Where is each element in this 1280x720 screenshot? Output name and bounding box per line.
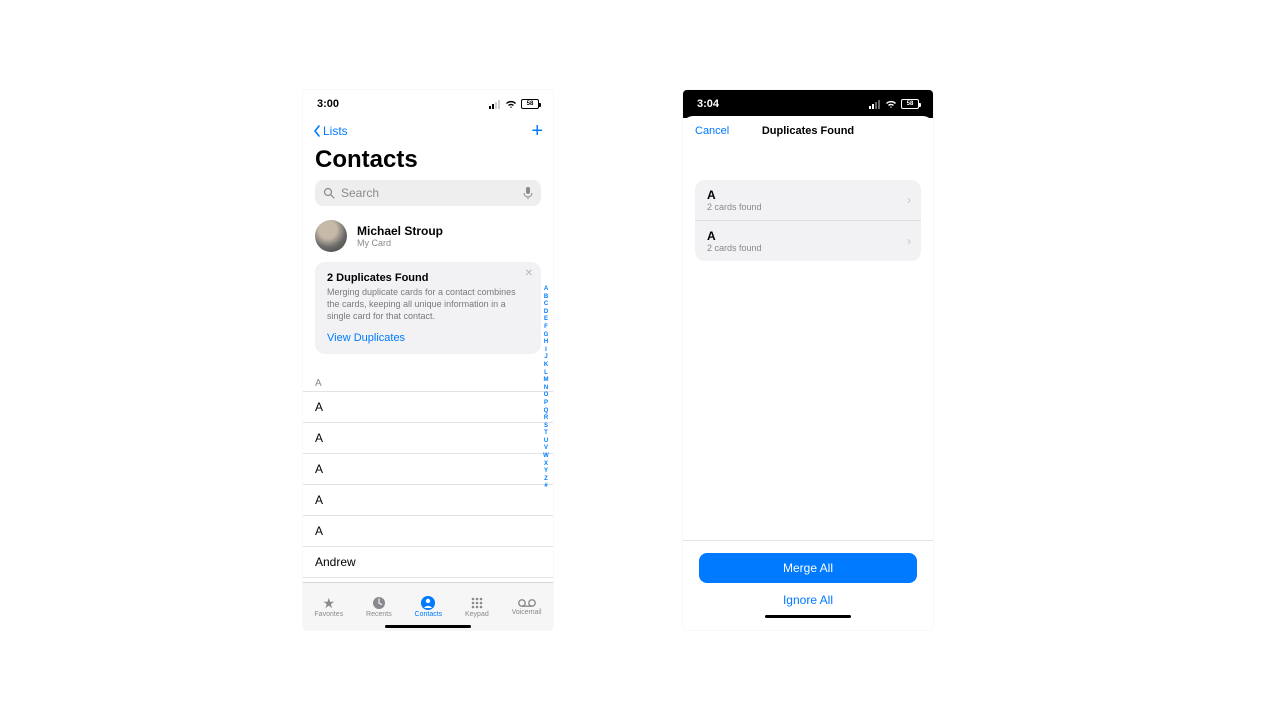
status-time: 3:00 [317,98,339,110]
wifi-icon [885,100,897,109]
voicemail-icon [518,598,536,608]
star-icon: ★ [323,596,336,610]
alphabet-index[interactable]: ABCDEFGHIJKLMNOPQRSTUVWXYZ# [541,286,551,491]
merge-all-button[interactable]: Merge All [699,553,917,583]
duplicates-body: Merging duplicate cards for a contact co… [327,286,529,322]
duplicates-card: ✕ 2 Duplicates Found Merging duplicate c… [315,262,541,354]
back-label: Lists [323,124,348,138]
my-card-name: Michael Stroup [357,224,443,238]
sheet-title: Duplicates Found [762,125,854,137]
search-input[interactable]: Search [315,180,541,206]
battery-icon: 58 [901,99,919,109]
view-duplicates-button[interactable]: View Duplicates [327,332,529,344]
duplicate-item-title: A [707,229,909,243]
status-time: 3:04 [697,98,719,110]
page-title: Contacts [303,144,553,180]
status-bar: 3:04 58 [683,90,933,118]
my-card-row[interactable]: Michael Stroup My Card [303,214,553,262]
add-contact-button[interactable]: + [531,120,543,143]
status-indicators: 58 [489,99,539,109]
contact-row[interactable]: Andrew [303,546,553,577]
home-indicator[interactable] [765,615,851,618]
duplicates-found-screen: 3:04 58 Cancel Duplicates Found A 2 card… [683,90,933,630]
tab-contacts[interactable]: Contacts [415,596,443,618]
close-icon[interactable]: ✕ [525,268,533,279]
my-card-sub: My Card [357,238,443,248]
clock-icon [372,596,386,610]
search-placeholder: Search [341,186,379,200]
chevron-right-icon: › [907,234,911,248]
bottom-actions: Merge All Ignore All [683,540,933,618]
nav-bar: Lists + [303,118,553,144]
tab-favorites[interactable]: ★ Favorites [314,596,343,618]
search-icon [323,187,335,199]
person-icon [421,596,435,610]
contact-row[interactable]: A [303,515,553,546]
chevron-right-icon: › [907,193,911,207]
section-header-a: A [303,364,553,391]
battery-icon: 58 [521,99,539,109]
duplicate-item[interactable]: A 2 cards found › [695,220,921,261]
chevron-left-icon [313,125,321,137]
tab-recents[interactable]: Recents [366,596,392,618]
cellular-icon [869,100,881,109]
contact-row[interactable]: A [303,422,553,453]
mic-icon[interactable] [523,186,533,200]
back-button[interactable]: Lists [313,124,348,138]
tab-keypad[interactable]: Keypad [465,596,489,618]
wifi-icon [505,100,517,109]
status-bar: 3:00 58 [303,90,553,118]
home-indicator[interactable] [385,625,471,628]
cancel-button[interactable]: Cancel [695,125,729,137]
keypad-icon [470,596,484,610]
ignore-all-button[interactable]: Ignore All [699,593,917,607]
duplicate-item-title: A [707,188,909,202]
contact-row[interactable]: A [303,391,553,422]
contact-row[interactable]: A [303,453,553,484]
duplicates-list: A 2 cards found › A 2 cards found › [695,180,921,261]
tab-voicemail[interactable]: Voicemail [512,598,542,616]
duplicates-title: 2 Duplicates Found [327,272,529,284]
cellular-icon [489,100,501,109]
duplicate-item-sub: 2 cards found [707,243,909,253]
duplicate-item-sub: 2 cards found [707,202,909,212]
duplicate-item[interactable]: A 2 cards found › [695,180,921,220]
contacts-screen: 3:00 58 Lists + Contacts Search [303,90,553,630]
tab-bar: ★ Favorites Recents Contacts Keypad Vo [303,582,553,630]
contact-row[interactable]: A [303,484,553,515]
status-indicators: 58 [869,99,919,109]
avatar [315,220,347,252]
sheet-nav: Cancel Duplicates Found [683,116,933,146]
